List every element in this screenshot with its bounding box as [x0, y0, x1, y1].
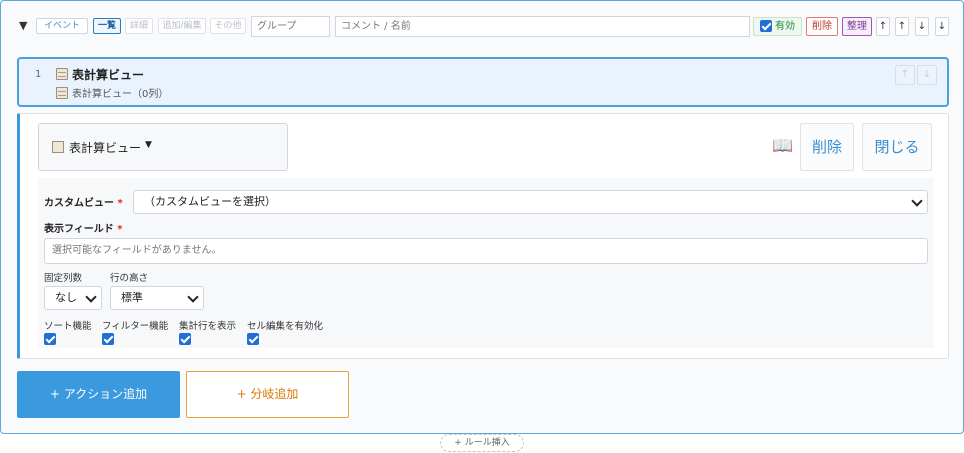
- action-close-button[interactable]: 閉じる: [862, 123, 932, 171]
- tag-list[interactable]: 一覧: [93, 18, 121, 34]
- cell-edit-checkbox[interactable]: [247, 333, 259, 345]
- option-label-summary: 集計行を表示: [179, 321, 237, 332]
- fixed-cols-label: 固定列数: [44, 273, 83, 284]
- sort-checkbox[interactable]: [44, 333, 56, 345]
- chevron-down-icon: [187, 291, 199, 303]
- rule-header: ▼ イベント 一覧 詳細 追加/編集 その他 グループ コメント / 名前 有効…: [1, 15, 963, 39]
- row-height-label: 行の高さ: [110, 273, 149, 284]
- move-bottom-button[interactable]: ↓: [935, 17, 949, 36]
- custom-view-select[interactable]: （カスタムビューを選択）: [133, 190, 928, 214]
- move-down-button[interactable]: ↓: [915, 17, 929, 36]
- collapse-toggle-icon[interactable]: ▼: [19, 19, 27, 32]
- summary-checkbox[interactable]: [179, 333, 191, 345]
- tag-other[interactable]: その他: [210, 18, 246, 34]
- spreadsheet-icon: [52, 141, 64, 153]
- fixed-cols-value: なし: [55, 291, 77, 304]
- option-label-sort: ソート機能: [44, 321, 92, 332]
- card-down-button[interactable]: ↓: [917, 65, 937, 85]
- row-height-value: 標準: [121, 291, 143, 304]
- fields-input[interactable]: 選択可能なフィールドがありません。: [44, 238, 928, 264]
- action-editor: 表計算ビュー ▼ 📖 削除 閉じる カスタムビュー * （カスタムビューを選択）…: [17, 113, 949, 359]
- group-input[interactable]: グループ: [251, 16, 330, 37]
- card-up-button[interactable]: ↑: [895, 65, 915, 85]
- action-title: 表計算ビュー: [72, 68, 145, 82]
- tag-detail[interactable]: 詳細: [125, 18, 153, 34]
- caret-down-icon: ▼: [145, 140, 152, 150]
- enabled-toggle[interactable]: 有効: [753, 17, 802, 36]
- custom-view-label: カスタムビュー *: [44, 198, 123, 209]
- rule-delete-button[interactable]: 削除: [806, 17, 838, 36]
- option-label-cell-edit: セル編集を有効化: [247, 321, 324, 332]
- tag-event[interactable]: イベント: [36, 18, 88, 34]
- enabled-checkbox[interactable]: [760, 20, 772, 32]
- organize-button[interactable]: 整理: [842, 17, 872, 36]
- fields-label: 表示フィールド *: [44, 224, 123, 235]
- action-type-label: 表計算ビュー: [69, 141, 142, 155]
- add-branch-button[interactable]: + 分岐追加: [186, 371, 349, 418]
- chevron-down-icon: [911, 195, 923, 207]
- rule-frame: ▼ イベント 一覧 詳細 追加/編集 その他 グループ コメント / 名前 有効…: [0, 0, 964, 434]
- row-height-select[interactable]: 標準: [110, 286, 204, 310]
- spreadsheet-icon: [56, 87, 68, 99]
- enabled-label: 有効: [775, 21, 795, 32]
- fixed-cols-select[interactable]: なし: [44, 286, 102, 310]
- comment-input[interactable]: コメント / 名前: [335, 16, 750, 37]
- book-icon[interactable]: 📖: [772, 136, 793, 156]
- custom-view-value: （カスタムビューを選択）: [144, 195, 276, 208]
- add-action-button[interactable]: + アクション追加: [17, 371, 180, 418]
- action-subtitle: 表計算ビュー（0列）: [72, 89, 169, 100]
- filter-checkbox[interactable]: [102, 333, 114, 345]
- action-card[interactable]: 1 表計算ビュー 表計算ビュー（0列） ↑ ↓: [17, 57, 949, 107]
- option-label-filter: フィルター機能: [102, 321, 169, 332]
- chevron-down-icon: [85, 291, 97, 303]
- spreadsheet-icon: [56, 68, 68, 80]
- action-type-dropdown[interactable]: 表計算ビュー ▼: [38, 123, 288, 171]
- tag-add-edit[interactable]: 追加/編集: [158, 18, 206, 34]
- action-number: 1: [35, 69, 42, 80]
- insert-rule-button[interactable]: + ルール挿入: [440, 434, 524, 452]
- action-delete-button[interactable]: 削除: [800, 123, 854, 171]
- move-up-button[interactable]: ↑: [895, 17, 909, 36]
- action-settings-form: カスタムビュー * （カスタムビューを選択） 表示フィールド * 選択可能なフィ…: [38, 178, 934, 348]
- move-top-button[interactable]: ↑: [876, 17, 890, 36]
